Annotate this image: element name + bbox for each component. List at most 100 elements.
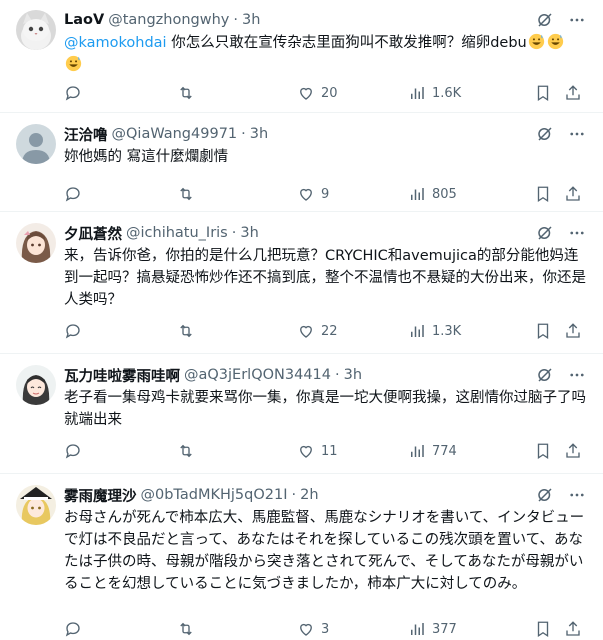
display-name[interactable]: 瓦力哇啦雾雨哇啊 (64, 365, 180, 386)
bookmark-button[interactable] (534, 442, 552, 460)
like-button[interactable]: 22 (297, 322, 338, 340)
more-options-icon[interactable] (567, 365, 587, 385)
mention-link[interactable]: @kamokohdai (64, 35, 167, 51)
tweet-text: 老子看一集母鸡卡就要来骂你一集，你真是一坨大便啊我操，这剧情你过脑子了吗就端出来 (64, 390, 586, 428)
tweet[interactable]: 汪洽噜 @QiaWang49971 · 3h 妳他媽的 寫這什麼爛劇情 9 80… (0, 114, 603, 212)
retweet-button[interactable] (177, 620, 201, 638)
heart-icon (300, 623, 312, 636)
share-icon (566, 85, 580, 100)
like-button[interactable]: 3 (297, 620, 329, 638)
tweet[interactable]: 瓦力哇啦雾雨哇啊 @aQ3jErlQON34414 · 3h 老子看一集母鸡卡就… (0, 355, 603, 474)
display-name[interactable]: 夕凪蒼然 (64, 223, 122, 244)
reply-feed: LaoV @tangzhongwhy · 3h @kamokohdai 你怎么只… (0, 0, 603, 640)
reply-icon (65, 622, 80, 637)
retweet-icon (180, 86, 192, 100)
reply-button[interactable] (64, 185, 88, 203)
more-options-icon[interactable] (567, 124, 587, 144)
separator-dot: · (231, 225, 237, 241)
views-button[interactable]: 774 (408, 442, 457, 460)
tweet[interactable]: LaoV @tangzhongwhy · 3h @kamokohdai 你怎么只… (0, 0, 603, 113)
tweet-body: 你怎么只敢在宣传杂志里面狗叫不敢发推啊？缩卵debu (166, 35, 527, 51)
view-count: 377 (432, 621, 457, 637)
share-button[interactable] (564, 322, 582, 340)
display-name[interactable]: LaoV (64, 12, 104, 28)
like-button[interactable]: 11 (297, 442, 338, 460)
timestamp[interactable]: 3h (344, 367, 362, 383)
avatar[interactable] (16, 124, 56, 164)
views-icon (411, 623, 424, 635)
grok-icon[interactable] (535, 124, 555, 144)
reply-button[interactable] (64, 442, 88, 460)
timestamp[interactable]: 3h (250, 126, 268, 142)
separator-dot: · (233, 12, 238, 28)
grok-icon[interactable] (535, 223, 555, 243)
share-button[interactable] (564, 185, 582, 203)
bookmark-button[interactable] (534, 620, 552, 638)
like-count: 20 (321, 85, 338, 101)
more-options-icon[interactable] (567, 10, 587, 30)
tweet-text: 来，告诉你爸，你拍的是什么几把玩意？CRYCHIC和avemujica的部分能他… (64, 248, 586, 308)
avatar[interactable] (16, 485, 56, 525)
grok-icon[interactable] (535, 365, 555, 385)
display-name[interactable]: 雾雨魔理沙 (64, 485, 137, 506)
share-icon (566, 443, 580, 458)
views-button[interactable]: 1.6K (408, 84, 461, 102)
heart-icon (300, 325, 312, 338)
view-count: 1.6K (432, 85, 462, 101)
user-handle[interactable]: @ichihatu_Iris (126, 225, 228, 241)
retweet-icon (180, 187, 192, 201)
bookmark-icon (537, 186, 549, 203)
like-button[interactable]: 20 (297, 84, 338, 102)
reply-button[interactable] (64, 620, 88, 638)
bookmark-button[interactable] (534, 84, 552, 102)
user-handle[interactable]: @QiaWang49971 (112, 126, 238, 142)
views-button[interactable]: 377 (408, 620, 457, 638)
share-button[interactable] (564, 620, 582, 638)
separator-dot: · (241, 126, 246, 142)
grok-icon[interactable] (535, 485, 555, 505)
avatar[interactable] (16, 365, 56, 405)
bookmark-icon (537, 323, 549, 340)
retweet-button[interactable] (177, 442, 201, 460)
bookmark-icon (537, 85, 549, 102)
tweet-text: 妳他媽的 寫這什麼爛劇情 (64, 149, 229, 165)
view-count: 805 (432, 186, 457, 202)
views-button[interactable]: 805 (408, 185, 457, 203)
retweet-button[interactable] (177, 84, 201, 102)
views-icon (411, 87, 424, 99)
timestamp[interactable]: 3h (242, 12, 260, 28)
user-handle[interactable]: @0bTadMKHj5qO21I (141, 487, 288, 503)
grok-icon[interactable] (535, 10, 555, 30)
share-icon (566, 621, 580, 636)
retweet-button[interactable] (177, 185, 201, 203)
tweet-text: @kamokohdai 你怎么只敢在宣传杂志里面狗叫不敢发推啊？缩卵debu (64, 32, 587, 76)
reply-button[interactable] (64, 84, 88, 102)
more-options-icon[interactable] (567, 485, 587, 505)
retweet-button[interactable] (177, 322, 201, 340)
timestamp[interactable]: 3h (240, 225, 258, 241)
like-button[interactable]: 9 (297, 185, 329, 203)
tweet[interactable]: 夕凪蒼然 @ichihatu_Iris · 3h 来，告诉你爸，你拍的是什么几把… (0, 213, 603, 354)
like-count: 22 (321, 323, 338, 339)
share-button[interactable] (564, 84, 582, 102)
avatar[interactable] (16, 10, 56, 50)
avatar[interactable] (16, 223, 56, 263)
views-icon (411, 445, 424, 457)
views-icon (411, 325, 424, 337)
grinning-sweat-emoji (547, 33, 563, 50)
bookmark-button[interactable] (534, 185, 552, 203)
timestamp[interactable]: 2h (300, 487, 318, 503)
more-options-icon[interactable] (567, 223, 587, 243)
bookmark-button[interactable] (534, 322, 552, 340)
view-count: 774 (432, 443, 457, 459)
retweet-icon (180, 324, 192, 338)
user-handle[interactable]: @aQ3jErlQON34414 (184, 367, 331, 383)
reply-icon (65, 86, 80, 101)
like-count: 9 (321, 186, 330, 202)
views-button[interactable]: 1.3K (408, 322, 461, 340)
share-button[interactable] (564, 442, 582, 460)
user-handle[interactable]: @tangzhongwhy (108, 12, 229, 28)
tweet[interactable]: 雾雨魔理沙 @0bTadMKHj5qO21I · 2h お母さんが死んで柿本広大… (0, 475, 603, 640)
reply-button[interactable] (64, 322, 88, 340)
display-name[interactable]: 汪洽噜 (64, 124, 108, 145)
